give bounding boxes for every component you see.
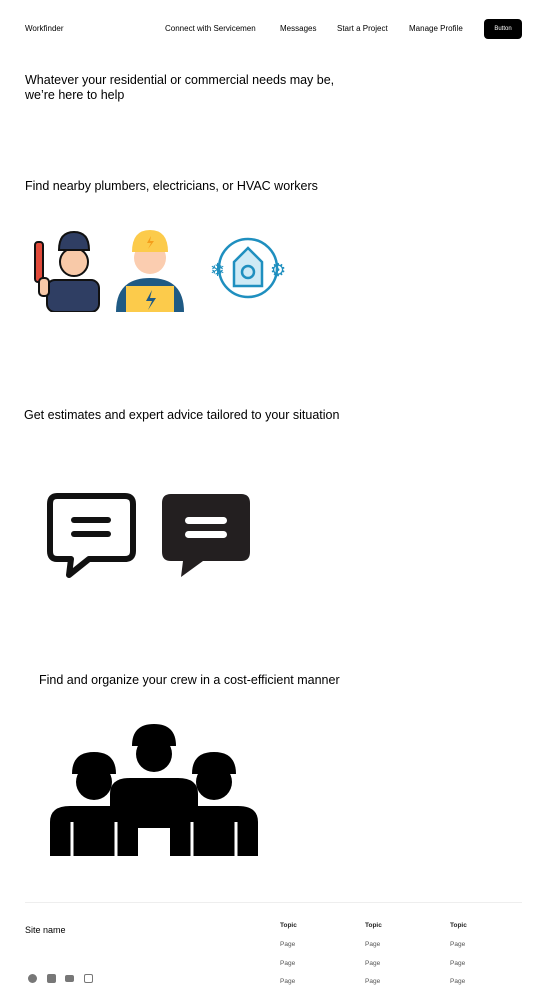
section-title-estimates: Get estimates and expert advice tailored… — [24, 408, 340, 422]
linkedin-icon[interactable] — [47, 974, 56, 983]
footer-link[interactable]: Page — [365, 941, 380, 948]
section-title-find: Find nearby plumbers, electricians, or H… — [25, 179, 318, 193]
crew-icon — [50, 724, 258, 856]
footer-link[interactable]: Page — [280, 960, 295, 967]
footer-link[interactable]: Page — [365, 978, 380, 985]
youtube-icon[interactable] — [65, 975, 74, 982]
section-title-crew: Find and organize your crew in a cost-ef… — [39, 673, 340, 687]
footer-link[interactable]: Page — [365, 960, 380, 967]
nav-start-project[interactable]: Start a Project — [337, 24, 388, 33]
nav-messages[interactable]: Messages — [280, 24, 316, 33]
nav-manage-profile[interactable]: Manage Profile — [409, 24, 463, 33]
instagram-icon[interactable] — [84, 974, 93, 983]
brand[interactable]: Workfinder — [25, 24, 64, 33]
footer-divider — [25, 902, 522, 903]
hero-line-1: Whatever your residential or commercial … — [25, 73, 335, 87]
footer-link[interactable]: Page — [450, 978, 465, 985]
footer-link[interactable]: Page — [280, 941, 295, 948]
hero-line-2: we’re here to help — [25, 88, 125, 102]
footer-link[interactable]: Page — [280, 978, 295, 985]
electrician-icon — [116, 230, 184, 312]
footer-site-name: Site name — [25, 925, 66, 935]
footer-link[interactable]: Page — [450, 941, 465, 948]
chat-bubble-outline-icon — [47, 493, 136, 578]
chat-bubble-filled-icon — [162, 494, 250, 577]
footer-topic: Topic — [280, 922, 297, 929]
hvac-icon: ❄ ⚙ — [210, 237, 286, 299]
facebook-icon[interactable] — [28, 974, 37, 983]
footer-topic: Topic — [365, 922, 382, 929]
header-button[interactable]: Button — [484, 19, 522, 39]
plumber-icon — [34, 230, 100, 312]
svg-text:❄: ❄ — [210, 260, 225, 280]
svg-text:⚙: ⚙ — [270, 260, 286, 280]
footer-link[interactable]: Page — [450, 960, 465, 967]
footer-topic: Topic — [450, 922, 467, 929]
nav-connect[interactable]: Connect with Servicemen — [165, 24, 256, 33]
